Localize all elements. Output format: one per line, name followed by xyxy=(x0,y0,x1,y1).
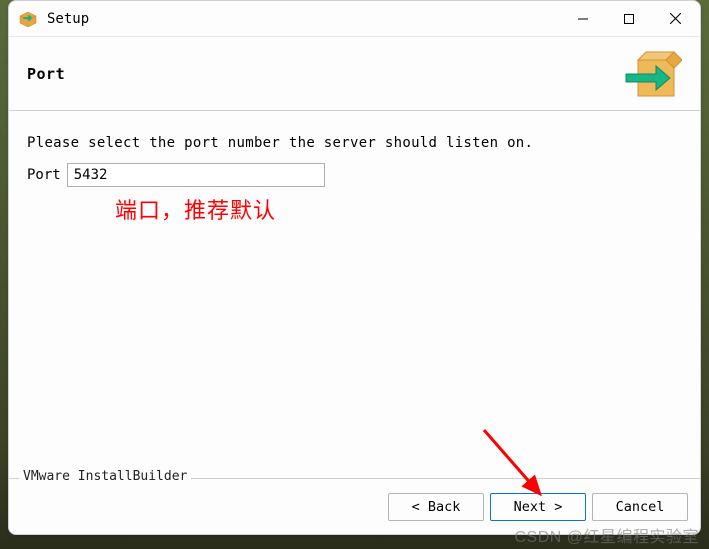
box-arrow-icon xyxy=(622,46,682,102)
annotation-text: 端口，推荐默认 xyxy=(115,193,276,225)
cancel-button[interactable]: Cancel xyxy=(592,493,688,521)
app-icon xyxy=(19,10,37,28)
port-input[interactable] xyxy=(67,163,325,187)
titlebar: Setup xyxy=(9,1,700,37)
setup-window: Setup Port Please select the port number… xyxy=(8,0,701,535)
instruction-text: Please select the port number the server… xyxy=(27,135,682,151)
minimize-button[interactable] xyxy=(560,2,606,36)
builder-label: VMware InstallBuilder xyxy=(19,469,191,484)
port-label: Port xyxy=(27,167,61,183)
back-button[interactable]: < Back xyxy=(388,493,484,521)
page-title: Port xyxy=(27,65,65,83)
header: Port xyxy=(9,37,700,111)
close-button[interactable] xyxy=(652,2,698,36)
button-bar: < Back Next > Cancel xyxy=(388,493,688,521)
window-title: Setup xyxy=(47,11,560,27)
watermark: CSDN @红星编程实验室 xyxy=(514,523,699,547)
port-field-row: Port xyxy=(27,163,682,187)
next-button[interactable]: Next > xyxy=(490,493,586,521)
content-area: Please select the port number the server… xyxy=(9,111,700,478)
maximize-button[interactable] xyxy=(606,2,652,36)
